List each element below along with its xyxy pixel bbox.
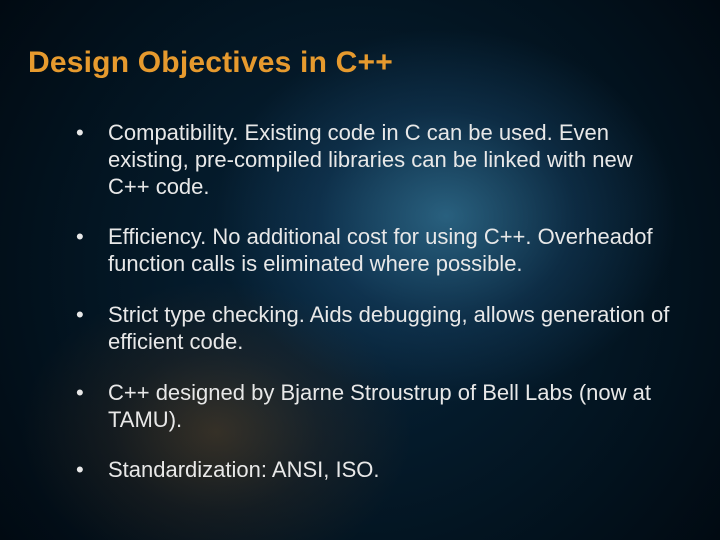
slide-body: Compatibility. Existing code in C can be… (70, 120, 670, 508)
list-item: Compatibility. Existing code in C can be… (70, 120, 670, 200)
list-item: C++ designed by Bjarne Stroustrup of Bel… (70, 380, 670, 434)
list-item: Standardization: ANSI, ISO. (70, 457, 670, 484)
list-item: Strict type checking. Aids debugging, al… (70, 302, 670, 356)
list-item: Efficiency. No additional cost for using… (70, 224, 670, 278)
bullet-list: Compatibility. Existing code in C can be… (70, 120, 670, 484)
slide: Design Objectives in C++ Compatibility. … (0, 0, 720, 540)
slide-title: Design Objectives in C++ (28, 46, 393, 80)
